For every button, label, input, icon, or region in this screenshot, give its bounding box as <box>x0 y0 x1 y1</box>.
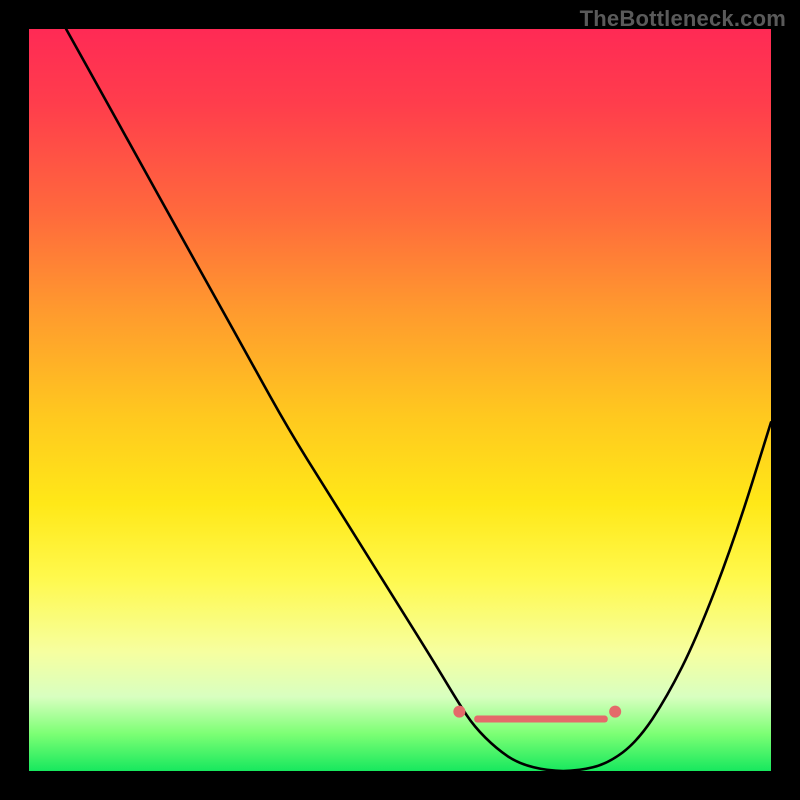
curve-svg <box>29 29 771 771</box>
bottleneck-curve <box>66 29 771 771</box>
chart-container: TheBottleneck.com <box>0 0 800 800</box>
flat-region-right-dot <box>609 706 621 718</box>
plot-area <box>29 29 771 771</box>
flat-region-band <box>474 716 608 723</box>
watermark-text: TheBottleneck.com <box>580 6 786 32</box>
flat-region-left-dot <box>453 706 465 718</box>
